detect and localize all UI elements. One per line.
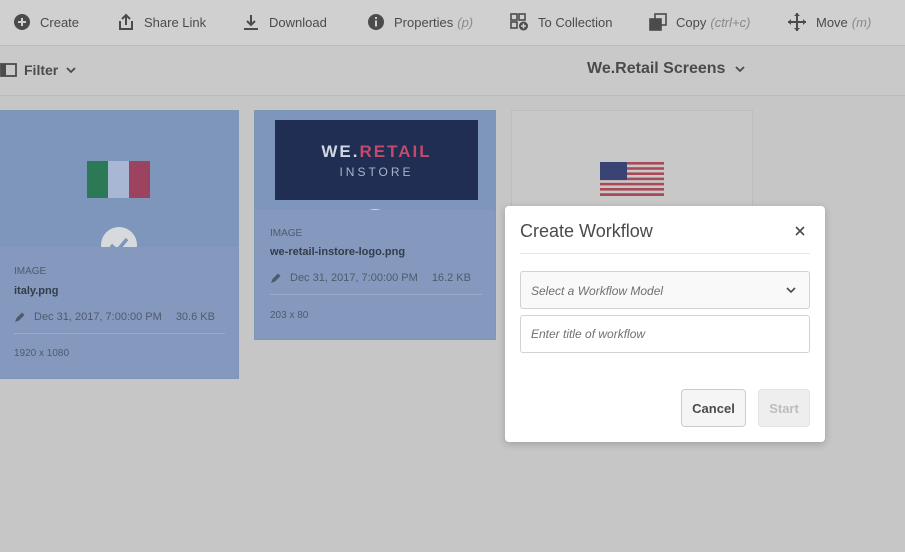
dialog-title: Create Workflow (520, 221, 653, 241)
asset-size: 16.2 KB (431, 272, 471, 284)
move-button[interactable]: Move (m) (787, 11, 871, 33)
asset-thumbnail: WE.RETAIL INSTORE (255, 111, 495, 210)
asset-meta: IMAGE italy.png Dec 31, 2017, 7:00:00 PM… (0, 247, 238, 378)
properties-label: Properties (394, 14, 454, 30)
download-icon (244, 15, 258, 30)
filter-label: Filter (24, 62, 59, 78)
logo-text-retail: RETAIL (359, 142, 432, 161)
asset-dimensions: 203 x 80 (270, 310, 309, 321)
share-icon (119, 13, 133, 30)
meta-divider (14, 333, 225, 334)
chevron-down-icon (735, 65, 746, 72)
create-label: Create (40, 14, 80, 30)
pencil-icon (15, 312, 25, 322)
workflow-title-input[interactable] (520, 315, 810, 353)
usa-flag-image (600, 162, 664, 196)
asset-filename: italy.png (14, 285, 59, 297)
asset-type: IMAGE (270, 228, 303, 239)
asset-card-usa[interactable] (511, 110, 753, 220)
chevron-down-icon (66, 66, 76, 73)
pencil-icon (271, 273, 281, 283)
asset-modified-date: Dec 31, 2017, 7:00:00 PM (290, 272, 418, 284)
move-label: Move (816, 14, 848, 30)
meta-divider (270, 294, 482, 295)
asset-dimensions: 1920 x 1080 (14, 348, 70, 359)
download-button[interactable]: Download (242, 11, 327, 33)
asset-card-we-retail-logo[interactable]: WE.RETAIL INSTORE IMAGE we-retail-instor… (254, 110, 496, 340)
chevron-down-icon (786, 287, 796, 294)
cancel-button[interactable]: Cancel (681, 389, 746, 427)
folder-title-dropdown[interactable]: We.Retail Screens (587, 60, 746, 78)
dialog-divider (520, 253, 810, 254)
filter-rail-icon (0, 63, 17, 77)
info-icon (368, 14, 384, 30)
close-icon[interactable] (792, 223, 808, 239)
folder-title: We.Retail Screens (587, 60, 726, 77)
asset-card-italy[interactable]: IMAGE italy.png Dec 31, 2017, 7:00:00 PM… (0, 110, 239, 379)
copy-label: Copy (676, 14, 707, 30)
copy-button[interactable]: Copy (ctrl+c) (649, 11, 750, 33)
action-toolbar: Create Share Link Download Properties (p… (0, 0, 905, 46)
copy-icon (649, 13, 667, 31)
create-button[interactable]: Create (13, 11, 79, 33)
asset-modified: Dec 31, 2017, 7:00:00 PM 30.6 KB (14, 311, 215, 323)
asset-filename: we-retail-instore-logo.png (270, 246, 406, 258)
start-button[interactable]: Start (758, 389, 810, 427)
properties-button[interactable]: Properties (p) (367, 11, 473, 33)
asset-size: 30.6 KB (175, 311, 215, 323)
we-retail-logo-image: WE.RETAIL INSTORE (275, 120, 478, 200)
plus-circle-icon (14, 14, 30, 30)
move-shortcut: (m) (851, 14, 872, 30)
collection-add-icon (510, 13, 528, 31)
italy-flag-image (87, 161, 150, 198)
move-icon (788, 13, 806, 31)
to-collection-button[interactable]: To Collection (510, 11, 612, 33)
share-link-label: Share Link (144, 14, 207, 30)
create-workflow-dialog: Create Workflow Select a Workflow Model … (505, 206, 825, 442)
filter-toggle[interactable]: Filter (0, 62, 76, 78)
share-link-button[interactable]: Share Link (117, 11, 206, 33)
properties-shortcut: (p) (457, 14, 474, 30)
asset-modified: Dec 31, 2017, 7:00:00 PM 16.2 KB (270, 272, 471, 284)
asset-modified-date: Dec 31, 2017, 7:00:00 PM (34, 311, 162, 323)
logo-text-instore: INSTORE (339, 165, 414, 179)
asset-meta: IMAGE we-retail-instore-logo.png Dec 31,… (255, 210, 495, 339)
copy-shortcut: (ctrl+c) (710, 14, 751, 30)
download-label: Download (269, 14, 327, 30)
to-collection-label: To Collection (538, 14, 613, 30)
workflow-model-placeholder: Select a Workflow Model (531, 284, 664, 298)
logo-text-we: WE. (321, 142, 360, 161)
asset-type: IMAGE (14, 266, 47, 277)
filter-bar: Filter We.Retail Screens (0, 46, 905, 96)
workflow-model-select[interactable]: Select a Workflow Model (520, 271, 810, 309)
